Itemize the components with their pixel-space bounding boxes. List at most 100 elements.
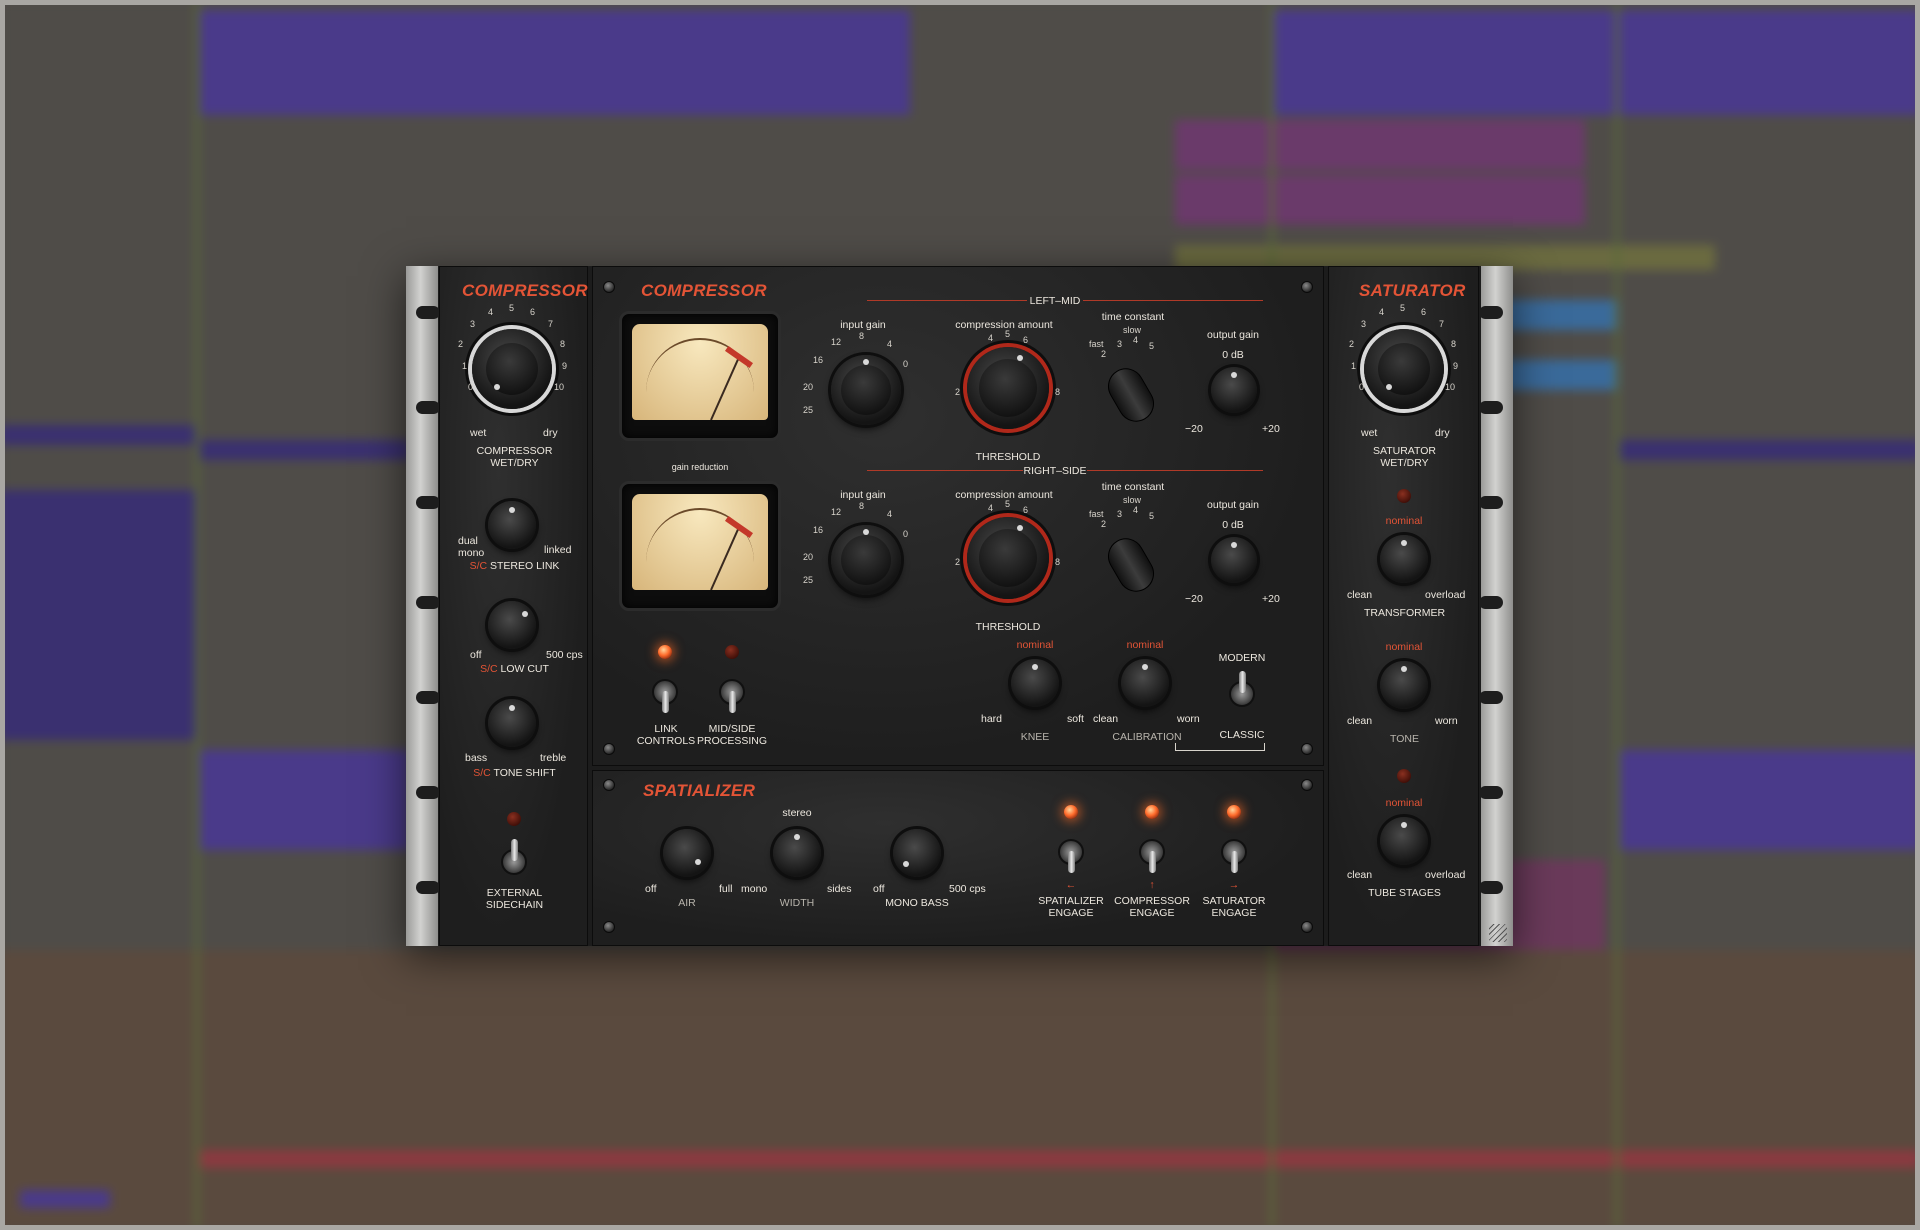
treble-label: treble [540,752,567,764]
bass-label: bass [465,752,488,764]
external-sidechain-label: EXTERNAL SIDECHAIN [485,887,544,911]
dual-mono-label: dual mono [458,535,485,559]
left-mid-label: LEFT–MID [1029,295,1081,307]
spatializer-engage-toggle[interactable] [1058,839,1084,873]
spatializer-title: SPATIALIZER [643,781,756,800]
lm-output-min-label: −20 [1185,423,1203,435]
transformer-overload-label: overload [1425,589,1466,601]
rs-output-min-label: −20 [1185,593,1203,605]
saturator-led-bottom [1397,769,1411,783]
spatializer-engage-arrow: ← [1065,879,1077,891]
rs-compression-label: compression amount [955,489,1053,501]
knee-knob[interactable] [1011,659,1059,707]
saturator-led-top [1397,489,1411,503]
rs-output-gain-label: output gain [1207,499,1259,511]
gain-reduction-label: gain reduction [671,462,729,472]
transformer-knob[interactable] [1380,535,1428,583]
saturator-engage-toggle[interactable] [1221,839,1247,873]
lm-compression-knob[interactable] [967,347,1049,429]
mono-bass-off-label: off [873,883,885,895]
compressor-engage-label: COMPRESSOR ENGAGE [1114,895,1190,919]
tone-worn-label: worn [1435,715,1458,727]
sc-tone-shift-label: S/C TONE SHIFT [473,767,556,779]
transformer-nominal-label: nominal [1385,515,1423,527]
saturator-engage-label: SATURATOR ENGAGE [1202,895,1266,919]
lm-time-constant-switch[interactable] [1101,361,1161,429]
external-sidechain-toggle[interactable] [501,839,527,875]
knee-soft-label: soft [1067,713,1084,725]
saturator-panel: SATURATOR 12 34 56 78 9 10 0 wet dry SATU… [1328,266,1479,946]
knee-label: KNEE [1020,731,1050,743]
rs-slow-label: slow [1123,495,1142,505]
compressor-engage-arrow: ↑ [1149,879,1155,891]
mono-bass-max-label: 500 cps [949,883,986,895]
air-knob[interactable] [663,829,711,877]
wet-label: wet [470,427,487,439]
calibration-worn-label: worn [1177,713,1200,725]
lm-fast-label: fast [1089,339,1104,349]
mono-bass-knob[interactable] [893,829,941,877]
width-sides-label: sides [827,883,852,895]
plugin-window: COMPRESSOR 12 34 56 78 9 10 0 wet dry COM… [406,266,1513,946]
width-stereo-label: stereo [782,807,812,819]
rs-output-zero-label: 0 dB [1222,519,1244,531]
saturator-wet-dry-knob[interactable] [1364,329,1444,409]
mid-side-toggle[interactable] [719,679,745,713]
rs-input-gain-knob[interactable] [831,525,901,595]
width-label: WIDTH [779,897,815,909]
mono-bass-label: MONO BASS [885,897,949,909]
sc-stereo-link-knob[interactable] [488,501,536,549]
width-knob[interactable] [773,829,821,877]
external-sidechain-led [507,812,521,826]
rs-time-constant-label: time constant [1101,481,1165,493]
tube-stages-label: TUBE STAGES [1368,887,1441,899]
transformer-clean-label: clean [1347,589,1373,601]
mid-side-led [725,645,739,659]
lm-threshold-label: THRESHOLD [975,451,1041,463]
calibration-clean-label: clean [1093,713,1119,725]
tone-nominal-label: nominal [1385,641,1423,653]
sidebar-title: COMPRESSOR [462,281,588,300]
sc-low-cut-label: S/C LOW CUT [480,663,549,675]
width-mono-label: mono [741,883,768,895]
sc-stereo-link-label: S/C STEREO LINK [469,560,560,572]
compressor-wet-dry-knob[interactable] [472,329,552,409]
rs-input-gain-label: input gain [840,489,886,501]
mode-modern-label: MODERN [1218,652,1266,664]
compressor-panel: COMPRESSOR gain reduction LEFT–MID input… [592,266,1324,766]
tube-stages-knob[interactable] [1380,817,1428,865]
sat-wet-label: wet [1361,427,1378,439]
spatializer-engage-label: SPATIALIZER ENGAGE [1038,895,1104,919]
resize-grip-icon[interactable] [1489,924,1507,942]
lm-time-constant-label: time constant [1101,311,1165,323]
rs-output-max-label: +20 [1262,593,1280,605]
lm-output-zero-label: 0 dB [1222,349,1244,361]
lm-output-gain-knob[interactable] [1211,367,1257,413]
sc-low-cut-knob[interactable] [488,601,536,649]
saturator-engage-arrow: → [1228,879,1240,891]
rs-time-constant-switch[interactable] [1101,531,1161,599]
calibration-knob[interactable] [1121,659,1169,707]
calibration-label: CALIBRATION [1112,731,1182,743]
air-label: AIR [678,897,696,909]
tone-clean-label: clean [1347,715,1373,727]
lm-input-gain-knob[interactable] [831,355,901,425]
lm-output-max-label: +20 [1262,423,1280,435]
mode-classic-label: CLASSIC [1219,729,1265,741]
gain-reduction-meter-right [619,481,781,611]
saturator-title: SATURATOR [1359,281,1466,300]
modern-classic-toggle[interactable] [1229,671,1255,707]
compressor-title: COMPRESSOR [641,281,767,300]
link-controls-toggle[interactable] [652,679,678,713]
tone-knob[interactable] [1380,661,1428,709]
compressor-engage-toggle[interactable] [1139,839,1165,873]
lm-slow-label: slow [1123,325,1142,335]
rs-compression-knob[interactable] [967,517,1049,599]
rack-ear-right [1479,266,1513,946]
sc-tone-shift-knob[interactable] [488,699,536,747]
lm-output-gain-label: output gain [1207,329,1259,341]
saturator-engage-led [1227,805,1241,819]
rack-ear-left [406,266,440,946]
gain-reduction-meter-left [619,311,781,441]
rs-output-gain-knob[interactable] [1211,537,1257,583]
